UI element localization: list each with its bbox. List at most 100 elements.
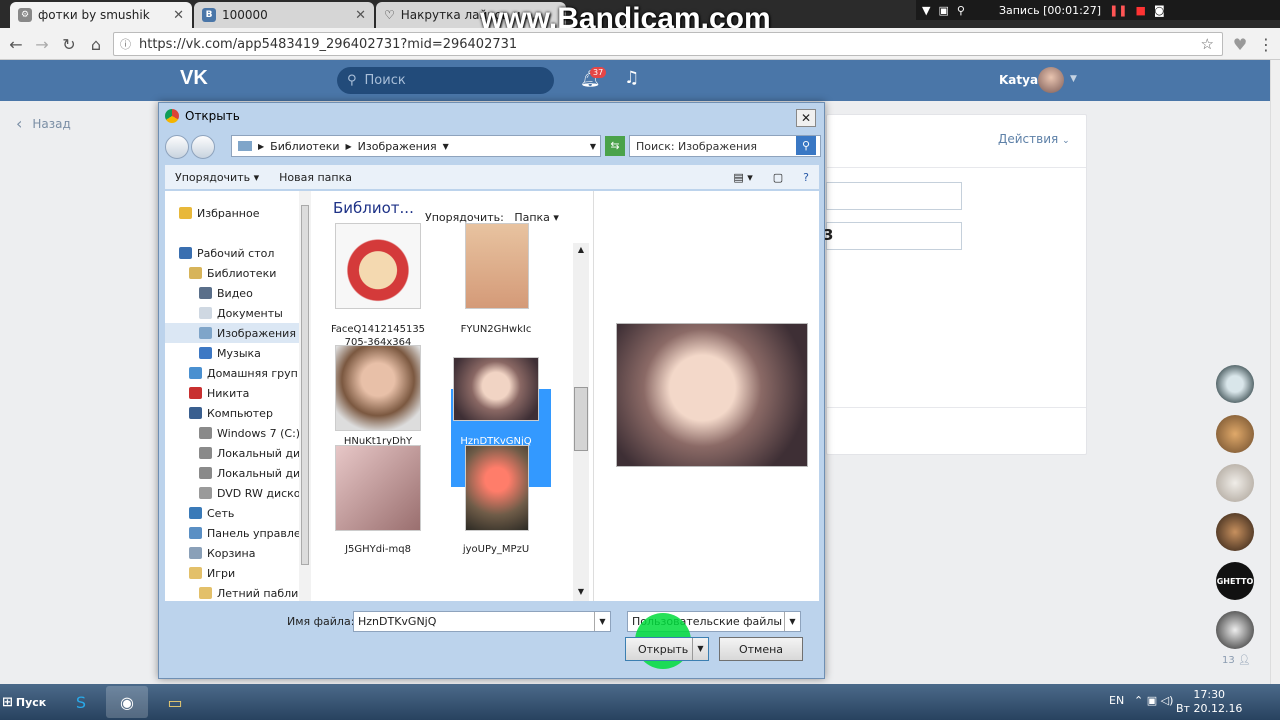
close-button[interactable]: ✕ — [796, 109, 816, 127]
nav-item[interactable]: Сеть — [165, 503, 234, 523]
tab-100000[interactable]: B 100000 ✕ — [194, 2, 374, 28]
history-dropdown-icon[interactable]: ▼ — [590, 142, 596, 151]
nav-item[interactable]: Windows 7 (C:) — [165, 423, 300, 443]
file-thumbnail[interactable] — [465, 223, 529, 309]
extension-icon[interactable]: ♥ — [1230, 34, 1250, 54]
nav-item[interactable]: Игри — [165, 563, 235, 583]
stop-icon[interactable]: ■ — [1136, 4, 1146, 17]
nav-item[interactable]: Избранное — [165, 203, 259, 223]
avatar[interactable] — [1216, 365, 1254, 403]
breadcrumb-item[interactable]: Изображения — [358, 140, 437, 153]
nav-item[interactable]: Корзина — [165, 543, 255, 563]
avatar[interactable] — [1216, 513, 1254, 551]
cancel-button[interactable]: Отмена — [719, 637, 803, 661]
file-name[interactable]: jyoUPy_MPzU — [446, 543, 546, 556]
filename-input[interactable]: HznDTKvGNjQ ▼ — [353, 611, 611, 632]
nav-item[interactable]: Домашняя груп — [165, 363, 298, 383]
avatar[interactable] — [1216, 415, 1254, 453]
tab-fotki[interactable]: ⚙ фотки by smushik ✕ — [10, 2, 192, 28]
open-button[interactable]: Открыть ▼ — [625, 637, 709, 661]
file-name[interactable]: J5GHYdi-mq8 — [328, 543, 428, 556]
nav-item[interactable]: Компьютер — [165, 403, 273, 423]
forward-arrow-icon[interactable]: → — [32, 34, 52, 54]
nav-item[interactable]: DVD RW диско — [165, 483, 301, 503]
refresh-button[interactable]: ⇆ — [605, 136, 625, 156]
close-tab-icon[interactable]: ✕ — [355, 8, 366, 23]
vk-search-input[interactable]: ⚲ Поиск — [337, 67, 554, 94]
breadcrumb[interactable]: ▶ Библиотеки ▶ Изображения ▼ ▼ — [231, 135, 601, 157]
dialog-search-input[interactable]: Поиск: Изображения — [629, 135, 821, 157]
nav-item[interactable]: Изображения — [165, 323, 299, 343]
search-icon[interactable]: ⚲ — [957, 4, 965, 17]
avatar[interactable] — [1216, 611, 1254, 649]
file-thumbnail[interactable] — [465, 445, 529, 531]
avatar[interactable]: GHETTO — [1216, 562, 1254, 600]
back-arrow-icon[interactable]: ← — [6, 34, 26, 54]
new-folder-button[interactable]: Новая папка — [279, 171, 352, 184]
organize-button[interactable]: Упорядочить ▾ — [175, 171, 259, 184]
chrome-icon[interactable]: ◉ — [106, 686, 148, 718]
clock[interactable]: 17:30 Вт 20.12.16 — [1176, 688, 1242, 716]
chevron-down-icon[interactable]: ▼ — [1070, 74, 1077, 84]
close-tab-icon[interactable]: ✕ — [173, 8, 184, 23]
nav-item[interactable]: Музыка — [165, 343, 261, 363]
star-bookmark-icon[interactable]: ☆ — [1201, 35, 1214, 53]
nav-scroll-thumb[interactable] — [301, 205, 309, 565]
chevron-down-icon[interactable]: ▼ — [784, 612, 800, 631]
file-thumbnail[interactable] — [335, 223, 421, 309]
file-thumbnail[interactable] — [335, 445, 421, 531]
nav-item[interactable]: Локальный ди — [165, 463, 300, 483]
app-input-1[interactable] — [826, 182, 962, 210]
avatar[interactable] — [1216, 464, 1254, 502]
nav-item[interactable]: Панель управле — [165, 523, 301, 543]
help-icon[interactable]: ? — [803, 171, 809, 184]
nav-item[interactable]: Рабочий стол — [165, 243, 274, 263]
vk-header: VK ⚲ Поиск 🔔︎ 37 ♫ Katya ▼ — [0, 60, 1270, 101]
address-bar[interactable]: ⓘ https://vk.com/app5483419_296402731?mi… — [113, 32, 1223, 56]
nav-item[interactable]: Библиотеки — [165, 263, 276, 283]
breadcrumb-item[interactable]: Библиотеки — [270, 140, 339, 153]
back-link[interactable]: ‹ Назад — [16, 114, 71, 133]
avatar[interactable] — [1038, 67, 1064, 93]
nav-item[interactable]: Никита — [165, 383, 249, 403]
actions-menu[interactable]: Действия ⌄ — [998, 132, 1070, 146]
pause-icon[interactable]: ❚❚ — [1109, 4, 1127, 17]
home-icon[interactable]: ⌂ — [86, 34, 106, 54]
info-icon[interactable]: ⓘ — [120, 36, 131, 52]
chevron-down-icon[interactable]: ▼ — [594, 612, 610, 631]
reload-icon[interactable]: ↻ — [59, 34, 79, 54]
camera-icon[interactable]: ◙ — [1154, 4, 1165, 17]
nav-item[interactable]: Локальный ди — [165, 443, 300, 463]
music-icon[interactable]: ♫ — [624, 68, 639, 88]
nav-item[interactable]: Летний пабли — [165, 583, 298, 603]
view-icon[interactable]: ▤ ▾ — [733, 171, 752, 184]
open-file-dialog: Открыть ✕ ▶ Библиотеки ▶ Изображения ▼ ▼… — [158, 102, 825, 679]
page-scrollbar[interactable] — [1270, 60, 1280, 688]
forward-arrow-icon[interactable] — [191, 135, 215, 159]
file-scroll-thumb[interactable] — [574, 387, 588, 451]
tray-icons[interactable]: ⌃ ▣ ◁) — [1134, 694, 1173, 707]
vk-logo[interactable]: VK — [180, 67, 214, 93]
window-icon[interactable]: ▣ — [938, 4, 948, 17]
back-arrow-icon[interactable] — [165, 135, 189, 159]
online-count[interactable]: 13 👤︎ — [1222, 655, 1251, 666]
file-thumbnail[interactable] — [335, 345, 421, 431]
language-indicator[interactable]: EN — [1109, 694, 1124, 707]
nav-item[interactable]: Видео — [165, 283, 253, 303]
file-thumbnail[interactable] — [453, 357, 539, 421]
search-icon[interactable]: ⚲ — [796, 136, 816, 155]
dropdown-icon[interactable]: ▼ — [922, 4, 930, 17]
menu-icon[interactable]: ⋮ — [1256, 34, 1276, 54]
scroll-down-icon[interactable]: ▼ — [573, 587, 589, 596]
scroll-up-icon[interactable]: ▲ — [573, 245, 589, 254]
preview-pane-icon[interactable]: ▢ — [773, 171, 783, 184]
start-button[interactable]: ⊞ Пуск — [2, 690, 50, 714]
nav-item[interactable]: Документы — [165, 303, 283, 323]
chevron-down-icon[interactable]: ▼ — [692, 638, 708, 660]
skype-icon[interactable]: S — [60, 686, 102, 718]
document-icon — [199, 307, 212, 319]
folder-icon[interactable]: ▭ — [154, 686, 196, 718]
app-input-2[interactable]: 3 — [823, 222, 962, 250]
file-name[interactable]: FYUN2GHwkIc — [446, 323, 546, 336]
user-name[interactable]: Katya — [999, 73, 1038, 87]
